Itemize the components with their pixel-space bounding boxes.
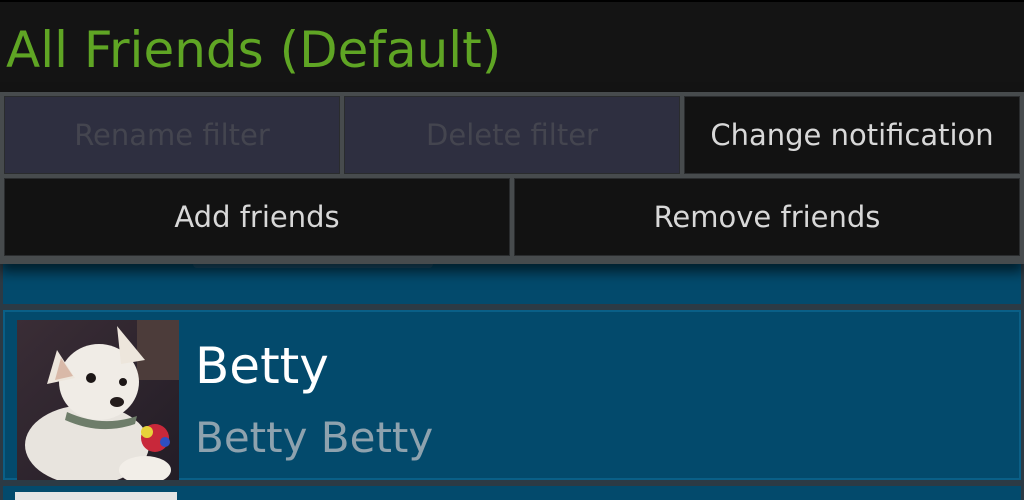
friends-list[interactable]: Betty Betty Betty (0, 264, 1024, 500)
friend-full-name: Betty Betty (195, 413, 434, 462)
menu-row: Rename filter Delete filter Change notif… (4, 96, 1020, 174)
rename-filter-button[interactable]: Rename filter (4, 96, 340, 174)
avatar (15, 492, 177, 500)
page-title: All Friends (Default) (6, 21, 502, 79)
friend-row-betty[interactable]: Betty Betty Betty (3, 310, 1021, 480)
list-item[interactable] (3, 264, 1021, 304)
obscured-text (193, 264, 433, 268)
avatar (17, 320, 179, 480)
menu-row: Add friends Remove friends (4, 178, 1020, 256)
friend-name: Betty (195, 337, 329, 395)
title-bar: All Friends (Default) (0, 0, 1024, 92)
add-friends-button[interactable]: Add friends (4, 178, 510, 256)
list-item[interactable] (3, 486, 1021, 500)
change-notification-button[interactable]: Change notification (684, 96, 1020, 174)
options-menu: Rename filter Delete filter Change notif… (0, 92, 1024, 264)
remove-friends-button[interactable]: Remove friends (514, 178, 1020, 256)
puppy-photo-icon (17, 320, 179, 480)
delete-filter-button[interactable]: Delete filter (344, 96, 680, 174)
